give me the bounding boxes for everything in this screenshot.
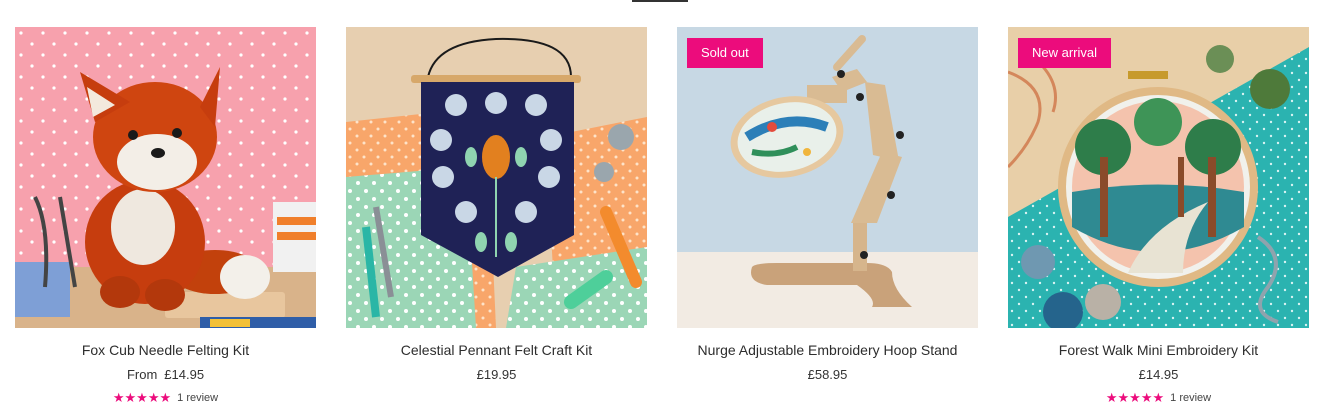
product-image-forest-walk[interactable]: New arrival: [1008, 27, 1309, 328]
product-grid-page: Fox Cub Needle Felting Kit From £14.95 ★★…: [0, 0, 1326, 410]
product-title[interactable]: Fox Cub Needle Felting Kit: [82, 342, 249, 360]
product-rating: ★★★★★ 1 review: [1106, 390, 1211, 406]
product-title[interactable]: Forest Walk Mini Embroidery Kit: [1059, 342, 1258, 360]
price-value: £58.95: [807, 367, 848, 382]
status-badge-sold-out: Sold out: [687, 38, 763, 68]
product-title[interactable]: Nurge Adjustable Embroidery Hoop Stand: [698, 342, 958, 360]
review-count: 1 review: [1170, 392, 1212, 404]
price-prefix: From: [126, 367, 158, 382]
product-price: £58.95: [808, 367, 848, 384]
product-price: £14.95: [1139, 367, 1179, 384]
fox-felt-image: [15, 27, 316, 328]
hoop-stand-image: [677, 27, 978, 328]
status-badge-new-arrival: New arrival: [1018, 38, 1112, 68]
product-image-nurge-hoop-stand[interactable]: Sold out: [677, 27, 978, 328]
price-value: £14.95: [1138, 367, 1179, 382]
product-card-forest-walk[interactable]: New arrival Forest Walk Mini Embroidery …: [1008, 27, 1309, 406]
product-image-fox-cub[interactable]: [15, 27, 316, 328]
rating-stars-icon: ★★★★★: [112, 390, 172, 405]
forest-hoop-image: [1008, 27, 1309, 328]
review-count: 1 review: [177, 392, 219, 404]
price-value: £19.95: [476, 367, 517, 382]
product-card-nurge-hoop-stand[interactable]: Sold out Nurge Adjustable Embroidery Hoo…: [677, 27, 978, 406]
product-title[interactable]: Celestial Pennant Felt Craft Kit: [401, 342, 592, 360]
rating-stars-icon: ★★★★★: [1105, 390, 1165, 405]
product-grid: Fox Cub Needle Felting Kit From £14.95 ★★…: [15, 27, 1309, 406]
product-image-celestial-pennant[interactable]: [346, 27, 647, 328]
pennant-image: [346, 27, 647, 328]
product-rating: ★★★★★ 1 review: [113, 390, 218, 406]
section-heading-underline: [632, 0, 688, 2]
product-card-celestial-pennant[interactable]: Celestial Pennant Felt Craft Kit £19.95: [346, 27, 647, 406]
price-value: £14.95: [164, 367, 205, 382]
product-price: From £14.95: [127, 367, 204, 384]
product-card-fox-cub[interactable]: Fox Cub Needle Felting Kit From £14.95 ★★…: [15, 27, 316, 406]
product-price: £19.95: [477, 367, 517, 384]
